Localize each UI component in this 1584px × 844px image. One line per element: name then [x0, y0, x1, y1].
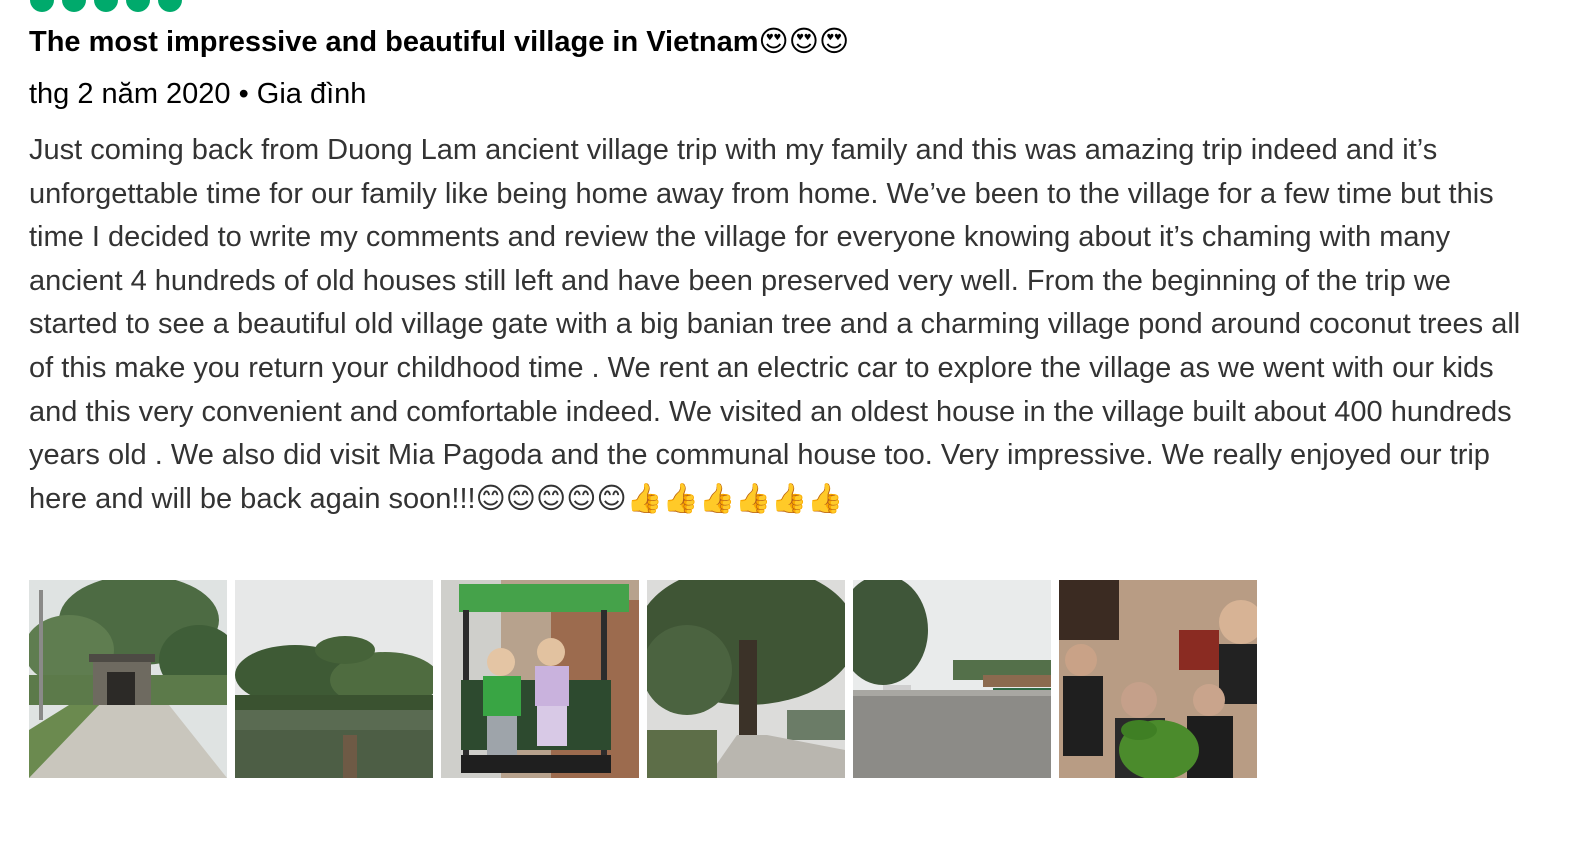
review-photo-village-gate[interactable] [29, 580, 227, 778]
banyan-tree-image [647, 580, 845, 778]
rating-bubble-icon [62, 0, 86, 12]
review-photo-banyan-tree[interactable] [647, 580, 845, 778]
electric-car-image [441, 580, 639, 778]
rating-bubble-icon [126, 0, 150, 12]
review-photo-electric-car[interactable] [441, 580, 639, 778]
family-indoor-image [1059, 580, 1257, 778]
village-pond-image [235, 580, 433, 778]
review-photo-strip [29, 580, 1257, 778]
rating-bubble-icon [30, 0, 54, 12]
review-photo-family-indoor[interactable] [1059, 580, 1257, 778]
review-body: Just coming back from Duong Lam ancient … [29, 134, 1521, 515]
review-photo-village-pond[interactable] [235, 580, 433, 778]
rating-bubbles [30, 0, 182, 12]
parking-street-image [853, 580, 1051, 778]
review-meta: thg 2 năm 2020 • Gia đình [29, 78, 367, 110]
village-gate-image [29, 580, 227, 778]
review-photo-parking-street[interactable] [853, 580, 1051, 778]
review-title[interactable]: The most impressive and beautiful villag… [29, 24, 849, 60]
rating-bubble-icon [94, 0, 118, 12]
rating-bubble-icon [158, 0, 182, 12]
